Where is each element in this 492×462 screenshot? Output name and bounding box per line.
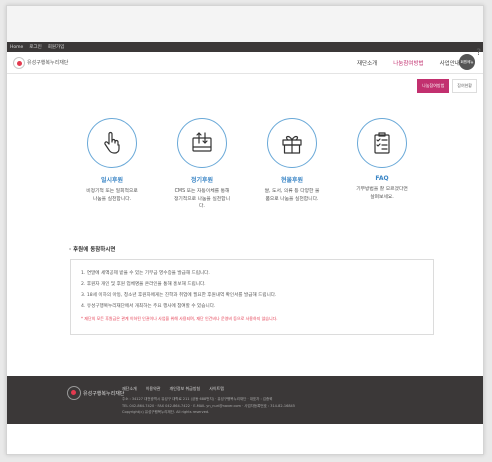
footer-copyright: Copyright(c) 유성구행복누리재단. All rights reser… [122, 410, 210, 414]
card-transfer-icon [177, 118, 227, 168]
footer-link-terms[interactable]: 이용약관 [146, 386, 161, 392]
logo-mark-icon [13, 56, 25, 69]
gift-box-icon [267, 118, 317, 168]
util-link-join[interactable]: 회원가입 [48, 44, 65, 50]
clipboard-checklist-icon [357, 118, 407, 168]
hand-pointing-icon [87, 118, 137, 168]
nav-item-donate[interactable]: 나눔참여방법 [393, 59, 423, 67]
footer-links: 재단소개 이용약관 개인정보 취급방침 사이트맵 [122, 386, 224, 392]
util-link-home[interactable]: Home [10, 45, 23, 50]
footer-info: 주소 : 34127 대전광역시 유성구 대학로 211 (궁동 688번지) … [122, 396, 442, 416]
footer-logo: 유성구행복누리재단 [67, 386, 124, 400]
site-header: 유성구행복누리재단 재단소개 나눔참여방법 사업안내 회원메뉴 ? [7, 48, 483, 74]
utility-bar: Home 로그인 회원가입 [7, 42, 483, 52]
nav-item-business[interactable]: 사업안내 [440, 59, 460, 67]
util-link-login[interactable]: 로그인 [29, 44, 41, 50]
card-desc: CMS 또는 자동이체를 통해 정기적으로 나눔을 실천합니 다. [173, 189, 230, 209]
main-nav: 재단소개 나눔참여방법 사업안내 [357, 52, 460, 74]
benefits-box: 1. 연말에 세액공제 받을 수 있는 기부금 영수증을 발급해 드립니다. 2… [70, 259, 434, 335]
donation-cards: 일시후원 비정기적 또는 일회적으로 나눔을 실천합니다. 정기후원 CMS 또 [67, 118, 427, 211]
card-regular[interactable]: 정기후원 CMS 또는 자동이체를 통해 정기적으로 나눔을 실천합니 다. [157, 118, 247, 211]
site-logo[interactable]: 유성구행복누리재단 [13, 56, 69, 69]
footer-logo-text: 유성구행복누리재단 [83, 390, 125, 397]
section-title: 후원에 동참하시면 [69, 245, 115, 253]
help-icon[interactable]: ? [476, 48, 481, 58]
benefit-item: 3. 18세 이하의 아동, 청소년 후원자에게는 진학과 취업에 필요한 후원… [81, 293, 277, 298]
top-spacer [7, 6, 483, 42]
card-faq[interactable]: FAQ 기부방법을 잘 모르겠다면 살펴보세요. [337, 118, 427, 211]
card-one-time[interactable]: 일시후원 비정기적 또는 일회적으로 나눔을 실천합니다. [67, 118, 157, 211]
member-menu-button[interactable]: 회원메뉴 [459, 54, 475, 70]
sub-tabs: 나눔참여방법 참여현황 [417, 79, 477, 93]
card-title: 일시후원 [100, 177, 124, 184]
tab-participation[interactable]: 참여현황 [452, 79, 477, 93]
nav-item-about[interactable]: 재단소개 [357, 59, 377, 67]
browser-frame: Home 로그인 회원가입 유성구행복누리재단 재단소개 나눔참여방법 사업안내… [6, 5, 484, 455]
footer-link-privacy[interactable]: 개인정보 취급방침 [169, 386, 200, 392]
notice-warning: * 재단의 모든 후원금은 관계 이하된 인권이나 사업을 위해 사용되며, 재… [81, 316, 278, 321]
card-desc: 비정기적 또는 일회적으로 나눔을 실천합니다. [86, 189, 138, 202]
card-title: FAQ [375, 175, 389, 182]
benefit-item: 2. 후원자 개인 및 후원 업체명을 온라인을 통해 홍보해 드립니다. [81, 282, 206, 287]
benefit-item: 1. 연말에 세액공제 받을 수 있는 기부금 영수증을 발급해 드립니다. [81, 271, 210, 276]
site-footer: 유성구행복누리재단 재단소개 이용약관 개인정보 취급방침 사이트맵 주소 : … [7, 376, 483, 424]
footer-link-about[interactable]: 재단소개 [122, 386, 137, 392]
tab-donate-method[interactable]: 나눔참여방법 [417, 79, 450, 93]
card-desc: 쌀, 도서, 의류 등 다양한 물 품으로 나눔을 실천합니다. [264, 189, 320, 202]
footer-logo-mark-icon [67, 386, 81, 400]
card-in-kind[interactable]: 현물후원 쌀, 도서, 의류 등 다양한 물 품으로 나눔을 실천합니다. [247, 118, 337, 211]
card-title: 현물후원 [280, 177, 304, 184]
benefit-item: 4. 유성구행복누리재단에서 개최하는 주요 행사에 참여할 수 있습니다. [81, 304, 216, 309]
card-desc: 기부방법을 잘 모르겠다면 살펴보세요. [356, 187, 408, 200]
footer-link-sitemap[interactable]: 사이트맵 [209, 386, 224, 392]
logo-text: 유성구행복누리재단 [27, 60, 69, 66]
card-title: 정기후원 [190, 177, 214, 184]
